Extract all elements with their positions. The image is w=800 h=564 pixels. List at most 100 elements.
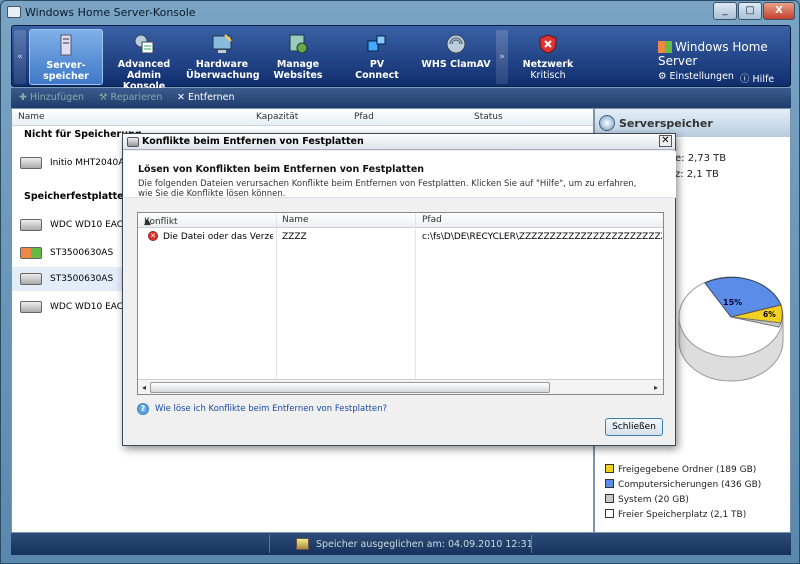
settings-label: Einstellungen [669,71,734,82]
tab-advanced-admin[interactable]: Advanced Admin Konsole [106,29,182,92]
repair-label: Reparieren [110,92,163,103]
remove-label: Entfernen [187,92,235,103]
pie-label-shared: 6% [763,310,776,319]
drive-name: ST3500630AS [50,248,114,258]
tab-label: Websites [273,70,323,81]
conflict-cell: Die Datei oder das Verzeic... [163,232,273,242]
dialog-title-bar: Konflikte beim Entfernen von Festplatten… [123,134,675,150]
total-capacity: e: 2,73 TB [675,153,727,164]
close-button[interactable]: Schließen [605,418,663,436]
help-link[interactable]: Wie löse ich Konflikte beim Entfernen vo… [155,404,387,414]
group-label: Speicherfestplatten [24,191,131,202]
drive-icon [20,273,42,285]
plus-icon: ✚ [19,92,30,103]
windows-flag-icon [658,41,672,53]
network-alert-icon [539,34,557,54]
help-icon: ? [137,403,149,415]
free-capacity: z: 2,1 TB [675,169,719,180]
tab-label: Server- [46,60,86,71]
websites-icon [289,34,308,54]
legend-label: System (20 GB) [618,495,689,505]
tab-whs-clamav[interactable]: WHS ClamAV [418,29,494,85]
scroll-left-icon[interactable]: ◂ [139,382,149,393]
group-storage: Speicherfestplatten [24,191,130,202]
conflict-table-header: Konflikt ▲ Name Pfad [138,213,663,228]
conflict-table: Konflikt ▲ Name Pfad ✕ Die Datei oder da… [137,212,664,395]
balance-icon [296,538,309,550]
tab-label: WHS ClamAV [421,59,491,70]
drive-icon [127,137,139,147]
tab-hardware[interactable]: Hardware Überwachung [186,29,260,85]
add-label: Hinzufügen [29,92,85,103]
column-name[interactable]: Name [282,215,309,225]
tab-label: Advanced [117,59,171,70]
list-header: Name Kapazität Pfad Status [12,109,593,126]
add-button[interactable]: ✚ Hinzufügen [19,92,84,103]
tab-label: Netzwerk [522,59,574,70]
path-cell: c:\fs\D\DE\RECYCLER\ZZZZZZZZZZZZZZZZZZZZ… [422,232,662,242]
column-divider [415,213,416,379]
horizontal-scrollbar[interactable]: ◂ ▸ [138,379,663,394]
nav-right-arrow[interactable]: » [496,30,508,84]
pv-icon [367,35,386,52]
tab-network-critical[interactable]: Netzwerk Kritisch [514,29,582,85]
dialog-close-icon[interactable]: ✕ [659,135,672,147]
tab-label: Überwachung [186,70,260,81]
window-title: Windows Home Server-Konsole [25,6,196,19]
tab-pv-connect[interactable]: PV Connect [342,29,412,85]
conflict-dialog: Konflikte beim Entfernen von Festplatten… [122,133,676,446]
tab-label: PV [369,59,385,70]
error-icon: ✕ [148,231,158,241]
nav-left-arrow[interactable]: « [14,30,26,84]
legend-item: Freier Speicherplatz (2,1 TB) [605,509,746,520]
storage-icon [599,115,615,131]
close-window-button[interactable]: X [763,2,795,20]
minimize-button[interactable]: _ [713,2,737,20]
tab-label: Manage [276,59,320,70]
settings-link[interactable]: ⚙ Einstellungen [658,71,734,82]
tab-server-storage[interactable]: Server-speicher [29,29,103,85]
pie-label-backups: 15% [723,298,742,307]
remove-button[interactable]: ✕ Entfernen [177,92,235,103]
scroll-thumb[interactable] [150,382,550,393]
help-link[interactable]: ⓘ Hilfe [740,71,774,85]
name-cell: ZZZZ [282,232,307,242]
admin-icon [134,34,154,54]
column-capacity[interactable]: Kapazität [256,112,298,122]
brand-name: Windows Home Server [658,40,768,68]
column-path[interactable]: Pfad [354,112,374,122]
column-status[interactable]: Status [474,112,503,122]
toolbar: ✚ Hinzufügen ⚒ Reparieren ✕ Entfernen [11,88,791,108]
server-icon [60,34,72,56]
tab-manage-websites[interactable]: Manage Websites [262,29,334,85]
maximize-button[interactable]: □ [738,2,762,20]
wrench-icon: ⚒ [99,92,111,103]
legend-label: Freier Speicherplatz (2,1 TB) [618,510,747,520]
column-name[interactable]: Name [18,112,45,122]
repair-button[interactable]: ⚒ Reparieren [99,92,162,103]
dialog-header: Lösen von Konflikten beim Entfernen von … [124,151,676,199]
legend-swatch [605,464,614,473]
column-path[interactable]: Pfad [422,215,442,225]
scroll-right-icon[interactable]: ▸ [651,382,661,393]
legend-swatch [605,479,614,488]
sort-ascending-icon: ▲ [144,217,151,227]
storage-pie-chart: 15% 6% [678,276,784,382]
status-divider [531,535,532,553]
gear-icon: ⚙ [658,71,670,82]
legend-item: System (20 GB) [605,494,689,505]
tab-label: Connect [355,70,399,81]
help-label: Hilfe [752,74,775,85]
legend-label: Freigegebene Ordner (189 GB) [618,465,757,475]
title-bar: Windows Home Server-Konsole _ □ X [1,1,799,25]
tab-label: Hardware [195,59,249,70]
legend-item: Freigegebene Ordner (189 GB) [605,464,756,475]
brand-logo: Windows Home Server [658,40,790,68]
system-drive-icon [20,247,42,259]
legend-label: Computersicherungen (436 GB) [618,480,762,490]
hardware-icon [212,34,232,53]
drive-icon [20,219,42,231]
tab-label: speicher [43,71,89,82]
dialog-description: Die folgenden Dateien verursachen Konfli… [138,179,637,199]
app-icon [7,6,21,18]
